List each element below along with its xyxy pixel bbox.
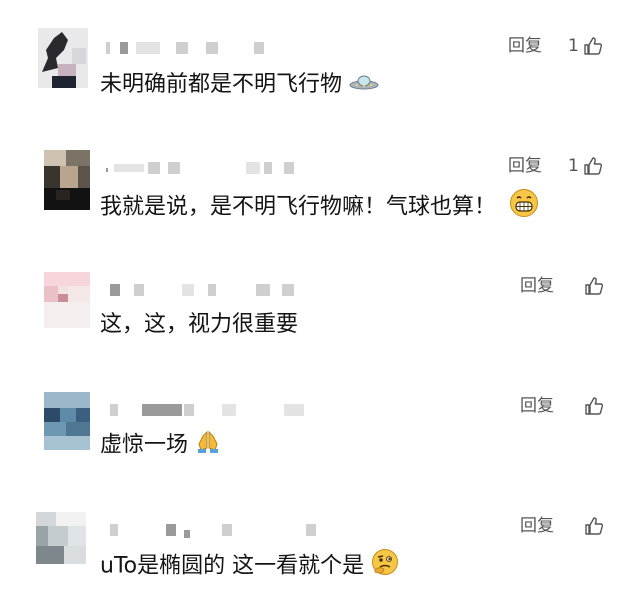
like-count: 1 [568, 36, 579, 56]
like-button[interactable] [584, 516, 604, 536]
like-button[interactable]: 1 [568, 36, 603, 56]
reply-button[interactable]: 回复 [520, 396, 554, 416]
like-button[interactable] [584, 396, 604, 416]
grin-emoji [509, 188, 539, 227]
comment-text: 我就是说，是不明飞行物嘛！气球也算！ [100, 188, 539, 227]
thumbs-up-icon [584, 37, 602, 55]
thumbs-up-icon [584, 157, 602, 175]
reply-button[interactable]: 回复 [520, 276, 554, 296]
thinking-emoji [371, 548, 399, 585]
like-button[interactable]: 1 [568, 156, 603, 176]
reply-button[interactable]: 回复 [520, 516, 554, 536]
avatar[interactable] [36, 512, 86, 564]
pray-emoji [195, 428, 221, 463]
username-blurred[interactable] [106, 160, 306, 176]
avatar[interactable] [44, 392, 90, 450]
username-blurred[interactable] [106, 402, 306, 418]
thumbs-up-icon [585, 517, 604, 535]
ufo-emoji [349, 70, 379, 100]
username-blurred[interactable] [106, 522, 326, 538]
avatar[interactable] [44, 272, 90, 328]
reply-button[interactable]: 回复 [508, 156, 542, 176]
comment-text: 未明确前都是不明飞行物 [100, 70, 379, 100]
thumbs-up-icon [585, 397, 604, 415]
username-blurred[interactable] [106, 282, 306, 298]
comment-text: 这，这，视力很重要 [100, 312, 299, 337]
like-button[interactable] [584, 276, 604, 296]
comment-text: uTo是椭圆的 这一看就个是 [100, 548, 399, 585]
thumbs-up-icon [585, 277, 604, 295]
comment-text: 虚惊一场 [100, 428, 221, 463]
username-blurred[interactable] [106, 40, 286, 56]
avatar[interactable] [44, 150, 90, 210]
like-count: 1 [568, 156, 579, 176]
avatar[interactable] [38, 28, 88, 88]
reply-button[interactable]: 回复 [508, 36, 542, 56]
